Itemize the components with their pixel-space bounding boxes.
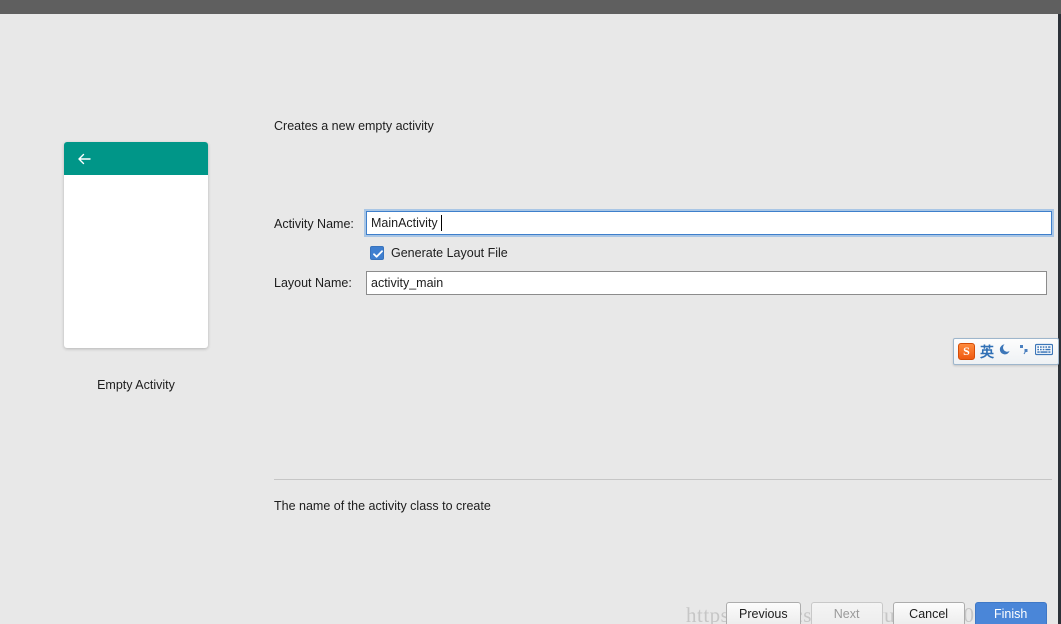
field-help-text: The name of the activity class to create bbox=[274, 499, 491, 513]
punctuation-icon[interactable] bbox=[1018, 342, 1030, 361]
ime-floating-toolbar[interactable]: S 英 bbox=[953, 338, 1059, 365]
activity-name-input[interactable] bbox=[366, 211, 1052, 235]
generate-layout-checkbox[interactable] bbox=[370, 246, 384, 260]
preview-appbar bbox=[64, 142, 208, 175]
cancel-button[interactable]: Cancel bbox=[892, 602, 965, 624]
footer-separator bbox=[274, 479, 1052, 480]
layout-name-label: Layout Name: bbox=[274, 276, 352, 290]
next-button: Next bbox=[810, 602, 883, 624]
english-mode-icon[interactable]: 英 bbox=[980, 345, 994, 359]
moon-icon[interactable] bbox=[999, 342, 1013, 361]
dialog-button-bar: Previous Next Cancel Finish bbox=[726, 602, 1047, 624]
generate-layout-label: Generate Layout File bbox=[391, 246, 508, 260]
finish-button[interactable]: Finish bbox=[974, 602, 1047, 624]
keyboard-icon[interactable] bbox=[1034, 343, 1054, 361]
activity-template-label: Empty Activity bbox=[97, 378, 175, 392]
layout-name-input[interactable] bbox=[366, 271, 1047, 295]
window-titlebar bbox=[0, 0, 1061, 14]
configure-activity-dialog: Empty Activity Creates a new empty activ… bbox=[0, 14, 1059, 624]
check-icon bbox=[373, 250, 383, 258]
activity-name-label: Activity Name: bbox=[274, 217, 354, 231]
sogou-logo-icon[interactable]: S bbox=[958, 343, 975, 360]
arrow-left-icon bbox=[76, 151, 92, 167]
generate-layout-row[interactable]: Generate Layout File bbox=[370, 246, 508, 260]
activity-template-preview[interactable] bbox=[64, 142, 208, 348]
text-caret bbox=[441, 215, 442, 231]
previous-button[interactable]: Previous bbox=[726, 602, 801, 624]
template-description: Creates a new empty activity bbox=[274, 119, 434, 133]
